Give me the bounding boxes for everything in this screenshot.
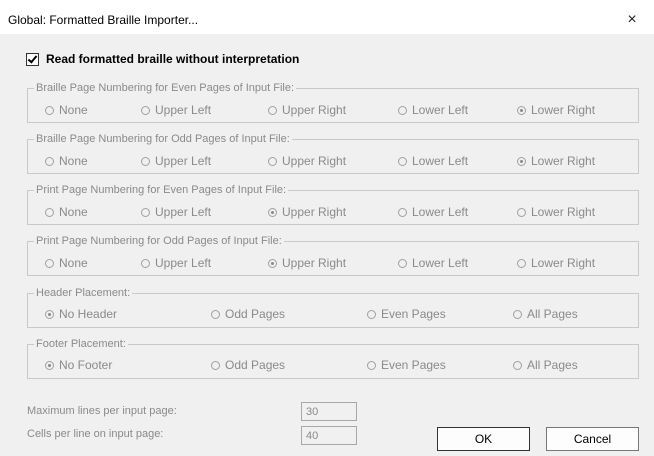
print-odd-option-upper-right[interactable]: Upper Right (268, 256, 346, 270)
braille-odd-option-upper-right[interactable]: Upper Right (268, 154, 346, 168)
footer-option-even-pages[interactable]: Even Pages (367, 358, 446, 372)
radio-icon[interactable] (141, 207, 150, 217)
window-title: Global: Formatted Braille Importer... (8, 13, 199, 27)
footer-placement-group: Footer Placement: No Footer Odd Pages Ev… (27, 337, 639, 379)
braille-odd-option-upper-left[interactable]: Upper Left (141, 154, 211, 168)
group-legend: Header Placement: (34, 286, 133, 300)
print-even-option-upper-right[interactable]: Upper Right (268, 205, 346, 219)
radio-icon[interactable] (45, 156, 54, 166)
group-legend: Footer Placement: (34, 337, 128, 351)
radio-icon[interactable] (367, 309, 376, 319)
braille-odd-option-lower-right[interactable]: Lower Right (517, 154, 595, 168)
print-even-option-upper-left[interactable]: Upper Left (141, 205, 211, 219)
header-option-odd-pages[interactable]: Odd Pages (211, 307, 285, 321)
radio-icon[interactable] (513, 360, 522, 370)
print-even-option-none[interactable]: None (45, 205, 88, 219)
radio-icon[interactable] (367, 360, 376, 370)
cells-per-line-label: Cells per line on input page: (27, 428, 164, 440)
print-even-option-lower-left[interactable]: Lower Left (398, 205, 468, 219)
print-odd-option-none[interactable]: None (45, 256, 88, 270)
radio-icon[interactable] (517, 258, 526, 268)
close-button[interactable]: × (610, 6, 654, 34)
braille-odd-option-lower-left[interactable]: Lower Left (398, 154, 468, 168)
radio-icon[interactable] (517, 207, 526, 217)
radio-selected-icon[interactable] (517, 105, 526, 115)
print-even-pages-group: Print Page Numbering for Even Pages of I… (27, 183, 639, 225)
footer-option-no-footer[interactable]: No Footer (45, 358, 112, 372)
radio-selected-icon[interactable] (517, 156, 526, 166)
print-odd-option-lower-left[interactable]: Lower Left (398, 256, 468, 270)
braille-even-option-lower-right[interactable]: Lower Right (517, 103, 595, 117)
radio-icon[interactable] (398, 156, 407, 166)
radio-icon[interactable] (45, 105, 54, 115)
close-icon: × (627, 11, 637, 28)
cancel-button[interactable]: Cancel (546, 427, 639, 451)
header-option-all-pages[interactable]: All Pages (513, 307, 578, 321)
group-legend: Braille Page Numbering for Odd Pages of … (34, 132, 292, 146)
radio-icon[interactable] (398, 258, 407, 268)
radio-icon[interactable] (141, 105, 150, 115)
braille-odd-option-none[interactable]: None (45, 154, 88, 168)
read-without-interpretation-label: Read formatted braille without interpret… (46, 52, 300, 66)
header-placement-group: Header Placement: No Header Odd Pages Ev… (27, 286, 639, 328)
read-without-interpretation-checkbox[interactable]: Read formatted braille without interpret… (26, 52, 299, 66)
header-option-even-pages[interactable]: Even Pages (367, 307, 446, 321)
footer-option-all-pages[interactable]: All Pages (513, 358, 578, 372)
radio-selected-icon[interactable] (45, 309, 54, 319)
braille-even-option-lower-left[interactable]: Lower Left (398, 103, 468, 117)
radio-icon[interactable] (45, 258, 54, 268)
radio-icon[interactable] (211, 360, 220, 370)
radio-icon[interactable] (211, 309, 220, 319)
group-legend: Braille Page Numbering for Even Pages of… (34, 81, 297, 95)
group-legend: Print Page Numbering for Odd Pages of In… (34, 234, 284, 248)
ok-button[interactable]: OK (437, 427, 530, 451)
checkbox-checked-icon[interactable] (26, 52, 39, 66)
radio-selected-icon[interactable] (45, 360, 54, 370)
braille-even-option-upper-right[interactable]: Upper Right (268, 103, 346, 117)
radio-icon[interactable] (398, 105, 407, 115)
title-bar: Global: Formatted Braille Importer... × (0, 6, 654, 34)
print-odd-option-lower-right[interactable]: Lower Right (517, 256, 595, 270)
radio-icon[interactable] (141, 156, 150, 166)
braille-odd-pages-group: Braille Page Numbering for Odd Pages of … (27, 132, 639, 174)
braille-even-option-none[interactable]: None (45, 103, 88, 117)
radio-icon[interactable] (45, 207, 54, 217)
radio-icon[interactable] (141, 258, 150, 268)
radio-icon[interactable] (398, 207, 407, 217)
radio-selected-icon[interactable] (268, 258, 277, 268)
braille-even-option-upper-left[interactable]: Upper Left (141, 103, 211, 117)
radio-icon[interactable] (268, 156, 277, 166)
group-legend: Print Page Numbering for Even Pages of I… (34, 183, 289, 197)
max-lines-label: Maximum lines per input page: (27, 405, 177, 417)
print-even-option-lower-right[interactable]: Lower Right (517, 205, 595, 219)
radio-icon[interactable] (513, 309, 522, 319)
radio-icon[interactable] (268, 105, 277, 115)
header-option-no-header[interactable]: No Header (45, 307, 117, 321)
radio-selected-icon[interactable] (268, 207, 277, 217)
print-odd-pages-group: Print Page Numbering for Odd Pages of In… (27, 234, 639, 276)
cells-per-line-field[interactable]: 40 (301, 426, 357, 445)
footer-option-odd-pages[interactable]: Odd Pages (211, 358, 285, 372)
braille-even-pages-group: Braille Page Numbering for Even Pages of… (27, 81, 639, 123)
max-lines-field[interactable]: 30 (301, 402, 357, 421)
print-odd-option-upper-left[interactable]: Upper Left (141, 256, 211, 270)
